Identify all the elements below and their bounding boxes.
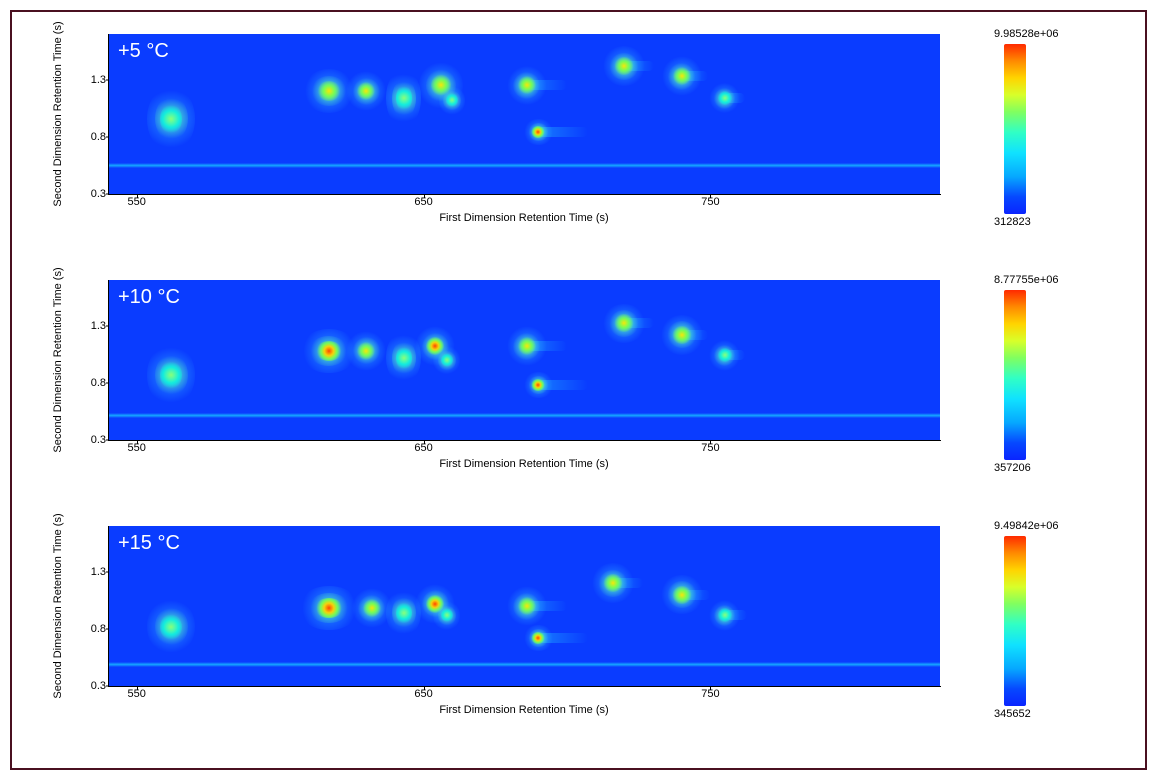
y-tick-mark bbox=[106, 382, 109, 383]
y-tick-label: 0.8 bbox=[88, 131, 106, 143]
y-tick-mark bbox=[106, 79, 109, 80]
colorbar-max: 8.77755e+06 bbox=[994, 274, 1059, 286]
x-tick-mark bbox=[424, 686, 425, 690]
colorbar-gradient bbox=[1004, 44, 1026, 214]
y-tick-mark bbox=[106, 686, 109, 687]
chromatogram-peak bbox=[160, 361, 182, 389]
chromatogram-peak bbox=[441, 353, 453, 367]
y-tick-mark bbox=[106, 628, 109, 629]
chromatogram-peak bbox=[316, 341, 342, 361]
peak-tail bbox=[527, 341, 567, 351]
x-tick-mark bbox=[137, 194, 138, 198]
peak-tail bbox=[682, 71, 708, 81]
chromatogram-peak bbox=[396, 346, 412, 370]
peak-tail bbox=[725, 93, 745, 103]
panel-row-3: Second Dimension Retention Time (s) +15 … bbox=[40, 526, 1130, 746]
chromatogram-peak bbox=[426, 337, 444, 355]
x-tick-mark bbox=[710, 440, 711, 444]
chromatogram-peak bbox=[357, 82, 375, 100]
x-tick-mark bbox=[137, 440, 138, 444]
chromatogram-peak bbox=[396, 602, 412, 624]
peak-tail bbox=[624, 318, 654, 328]
colorbar-min: 345652 bbox=[994, 708, 1031, 720]
colorbar-max: 9.49842e+06 bbox=[994, 520, 1059, 532]
y-tick-mark bbox=[106, 440, 109, 441]
x-tick-mark bbox=[424, 194, 425, 198]
heatmap-area-2 bbox=[108, 280, 940, 440]
chromatogram-peak bbox=[357, 342, 375, 360]
baseline-stripe bbox=[108, 662, 940, 667]
y-tick-label: 1.3 bbox=[88, 74, 106, 86]
colorbar-1: 9.98528e+06 312823 bbox=[994, 30, 1114, 230]
y-tick-mark bbox=[106, 136, 109, 137]
peak-tail bbox=[624, 61, 654, 71]
peak-tail bbox=[682, 590, 710, 600]
x-tick-mark bbox=[424, 440, 425, 444]
y-tick-mark bbox=[106, 571, 109, 572]
y-axis-label: Second Dimension Retention Time (s) bbox=[52, 21, 64, 206]
chromatogram-peak bbox=[363, 599, 381, 617]
peak-tail bbox=[682, 330, 708, 340]
chromatogram-peak bbox=[446, 93, 458, 107]
chromatogram-peak bbox=[315, 598, 343, 618]
plot-1: +5 °C First Dimension Retention Time (s)… bbox=[84, 34, 964, 224]
heatmap-area-3 bbox=[108, 526, 940, 686]
y-tick-label: 1.3 bbox=[88, 566, 106, 578]
colorbar-min: 312823 bbox=[994, 216, 1031, 228]
x-axis-label: First Dimension Retention Time (s) bbox=[108, 458, 940, 470]
peak-tail bbox=[538, 633, 588, 643]
chromatogram-peak bbox=[160, 104, 182, 134]
baseline-stripe bbox=[108, 413, 940, 418]
baseline-stripe bbox=[108, 163, 940, 168]
peak-tail bbox=[527, 601, 567, 611]
peak-tail bbox=[725, 610, 747, 620]
colorbar-gradient bbox=[1004, 290, 1026, 460]
y-tick-label: 0.3 bbox=[88, 434, 106, 446]
colorbar-min: 357206 bbox=[994, 462, 1031, 474]
y-tick-mark bbox=[106, 194, 109, 195]
colorbar-3: 9.49842e+06 345652 bbox=[994, 522, 1114, 722]
peak-tail bbox=[538, 380, 588, 390]
y-tick-label: 1.3 bbox=[88, 320, 106, 332]
plot-2: +10 °C First Dimension Retention Time (s… bbox=[84, 280, 964, 470]
y-tick-mark bbox=[106, 325, 109, 326]
y-tick-label: 0.8 bbox=[88, 623, 106, 635]
peak-tail bbox=[613, 578, 643, 588]
colorbar-gradient bbox=[1004, 536, 1026, 706]
peak-tail bbox=[538, 127, 588, 137]
panel-row-2: Second Dimension Retention Time (s) +10 … bbox=[40, 280, 1130, 500]
peak-tail bbox=[527, 80, 567, 90]
chromatogram-peak bbox=[396, 85, 412, 111]
y-axis-label: Second Dimension Retention Time (s) bbox=[52, 513, 64, 698]
peak-tail bbox=[725, 350, 745, 360]
chromatogram-peak bbox=[426, 595, 444, 613]
y-tick-label: 0.3 bbox=[88, 188, 106, 200]
y-axis-label: Second Dimension Retention Time (s) bbox=[52, 267, 64, 452]
panel-title-1: +5 °C bbox=[118, 40, 169, 63]
colorbar-2: 8.77755e+06 357206 bbox=[994, 276, 1114, 476]
chromatogram-peak bbox=[431, 74, 451, 96]
figure-frame: Second Dimension Retention Time (s) +5 °… bbox=[10, 10, 1147, 770]
x-tick-mark bbox=[137, 686, 138, 690]
x-axis-label: First Dimension Retention Time (s) bbox=[108, 212, 940, 224]
y-tick-label: 0.3 bbox=[88, 680, 106, 692]
x-tick-mark bbox=[710, 686, 711, 690]
x-axis-label: First Dimension Retention Time (s) bbox=[108, 704, 940, 716]
plot-3: +15 °C First Dimension Retention Time (s… bbox=[84, 526, 964, 716]
heatmap-area-1 bbox=[108, 34, 940, 194]
panel-row-1: Second Dimension Retention Time (s) +5 °… bbox=[40, 34, 1130, 254]
chromatogram-peak bbox=[160, 614, 182, 640]
x-tick-mark bbox=[710, 194, 711, 198]
y-tick-label: 0.8 bbox=[88, 377, 106, 389]
panel-title-2: +10 °C bbox=[118, 286, 180, 309]
chromatogram-peak bbox=[317, 81, 341, 101]
chromatogram-peak bbox=[441, 608, 453, 622]
panel-title-3: +15 °C bbox=[118, 532, 180, 555]
colorbar-max: 9.98528e+06 bbox=[994, 28, 1059, 40]
